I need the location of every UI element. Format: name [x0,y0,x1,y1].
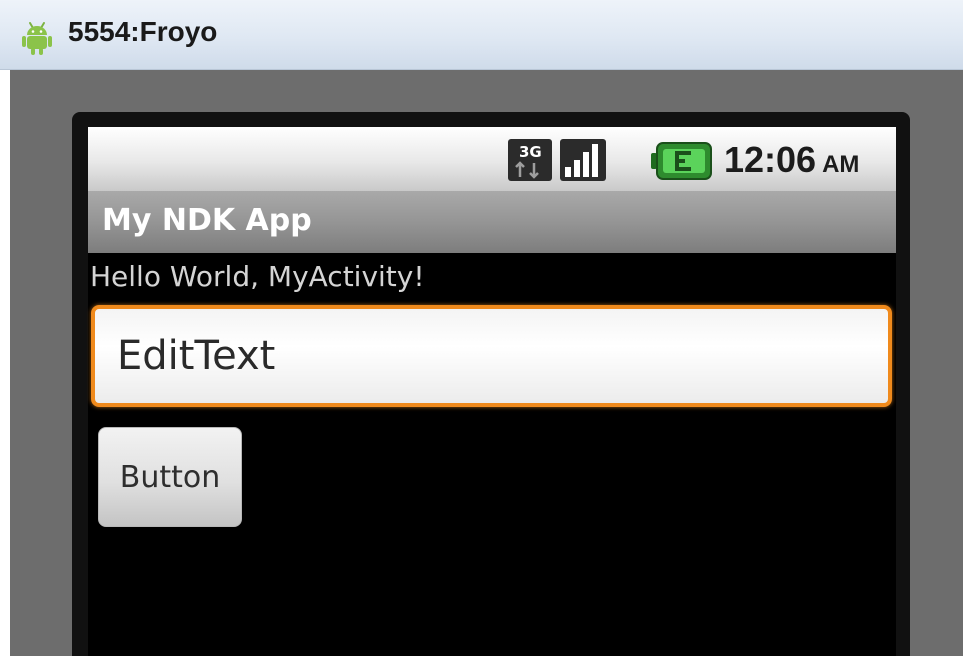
main-button-label: Button [119,459,221,495]
window-title: 5554:Froyo [68,16,218,47]
app-title-bar: My NDK App [88,191,896,253]
clock-time: 12:06 [724,139,817,180]
edit-text-field[interactable] [91,305,892,407]
window-titlebar[interactable]: 5554:Froyo [0,0,963,70]
hello-text: Hello World, MyActivity! [90,260,425,293]
clock-ampm: AM [822,151,860,178]
status-bar[interactable]: 3G 12:06 AM [88,127,896,191]
android-icon [22,22,52,55]
app-title: My NDK App [102,203,312,238]
3g-icon: 3G [508,139,552,181]
emulator-window: 5554:Froyo 3G 12:06 AM My NDK App Hello … [0,0,963,656]
clock: 12:06 AM [724,139,859,181]
main-button[interactable]: Button [98,427,242,527]
device-screen: 3G 12:06 AM My NDK App Hello World, MyAc… [88,127,896,656]
battery-charging-icon [651,142,712,180]
signal-strength-icon [560,139,606,181]
3g-label: 3G [519,143,542,161]
